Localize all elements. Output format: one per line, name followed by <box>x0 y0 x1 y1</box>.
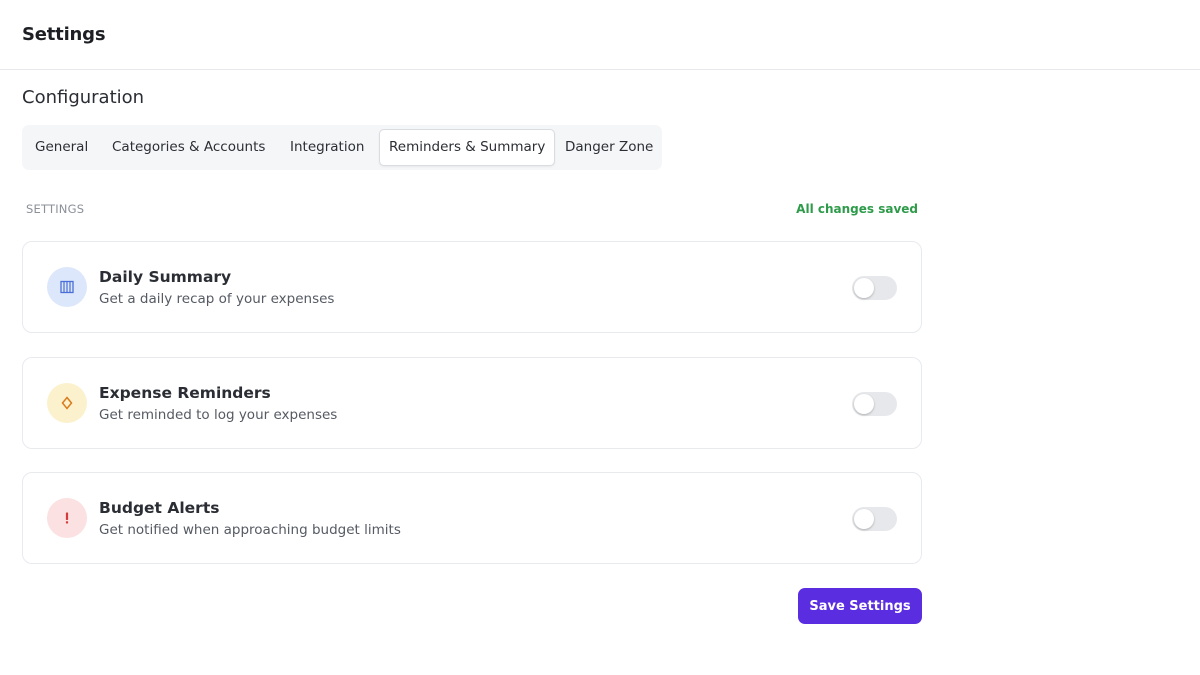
tab-danger-zone[interactable]: Danger Zone <box>556 129 662 166</box>
save-status-text: All changes saved <box>796 202 918 216</box>
setting-card-daily-summary: Daily Summary Get a daily recap of your … <box>22 241 922 333</box>
setting-title: Expense Reminders <box>99 384 271 402</box>
tab-categories-accounts[interactable]: Categories & Accounts <box>103 129 274 166</box>
toggle-knob <box>854 394 874 414</box>
setting-description: Get notified when approaching budget lim… <box>99 522 401 538</box>
top-bar: Settings <box>0 0 1200 70</box>
daily-summary-toggle[interactable] <box>852 276 897 300</box>
setting-description: Get reminded to log your expenses <box>99 407 338 423</box>
tab-integration[interactable]: Integration <box>281 129 373 166</box>
budget-alerts-toggle[interactable] <box>852 507 897 531</box>
calendar-icon <box>47 267 87 307</box>
section-title: Configuration <box>22 87 145 108</box>
setting-card-expense-reminders: Expense Reminders Get reminded to log yo… <box>22 357 922 449</box>
setting-title: Budget Alerts <box>99 499 220 517</box>
expense-reminders-toggle[interactable] <box>852 392 897 416</box>
setting-description: Get a daily recap of your expenses <box>99 291 335 307</box>
save-settings-button[interactable]: Save Settings <box>798 588 922 624</box>
tab-bar: General Categories & Accounts Integratio… <box>22 125 662 170</box>
settings-section-label: SETTINGS <box>26 202 85 216</box>
tab-reminders-summary[interactable]: Reminders & Summary <box>379 129 556 166</box>
setting-card-budget-alerts: Budget Alerts Get notified when approach… <box>22 472 922 564</box>
setting-title: Daily Summary <box>99 268 232 286</box>
toggle-knob <box>854 509 874 529</box>
alert-icon <box>47 498 87 538</box>
toggle-knob <box>854 278 874 298</box>
bell-icon <box>47 383 87 423</box>
page-title: Settings <box>22 24 106 45</box>
tab-general[interactable]: General <box>26 129 97 166</box>
